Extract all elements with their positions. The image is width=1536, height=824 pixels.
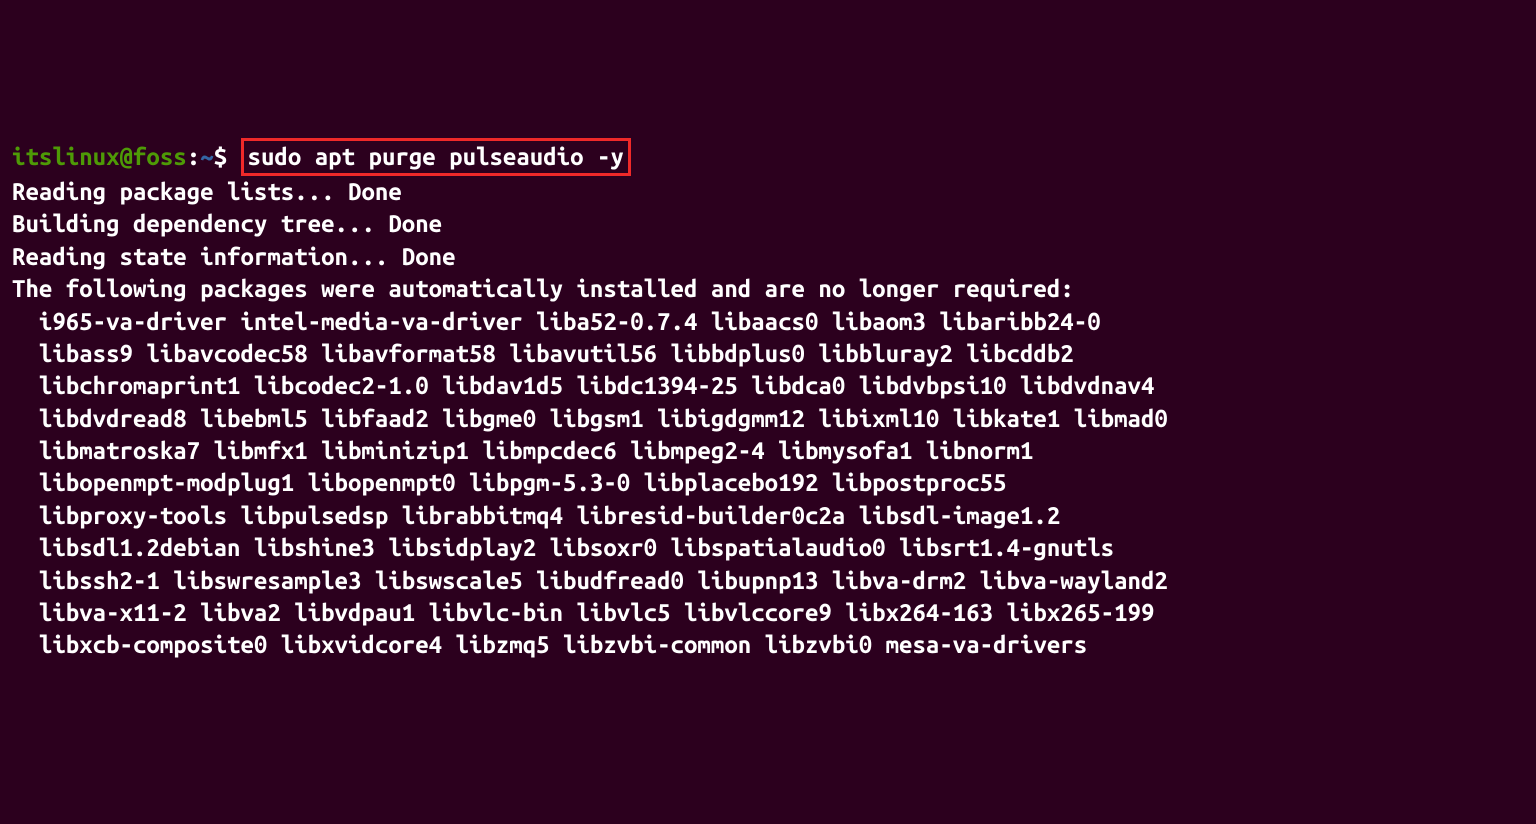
command-text: sudo apt purge pulseaudio -y xyxy=(241,138,631,176)
package-list-row: libdvdread8 libebml5 libfaad2 libgme0 li… xyxy=(12,403,1524,435)
prompt-path: ~ xyxy=(200,143,213,170)
package-list-row: libass9 libavcodec58 libavformat58 libav… xyxy=(12,338,1524,370)
output-reading-state: Reading state information... Done xyxy=(12,243,456,270)
package-list-row: libmatroska7 libmfx1 libminizip1 libmpcd… xyxy=(12,435,1524,467)
package-list-row: libchromaprint1 libcodec2-1.0 libdav1d5 … xyxy=(12,370,1524,402)
terminal-output[interactable]: itslinux@foss:~$ sudo apt purge pulseaud… xyxy=(12,138,1524,662)
package-list-row: libopenmpt-modplug1 libopenmpt0 libpgm-5… xyxy=(12,467,1524,499)
package-list-row: libsdl1.2debian libshine3 libsidplay2 li… xyxy=(12,532,1524,564)
prompt-user-host: itslinux@foss xyxy=(12,143,187,170)
prompt-separator: : xyxy=(187,143,200,170)
package-list-row: libssh2-1 libswresample3 libswscale5 lib… xyxy=(12,565,1524,597)
package-list-row: libproxy-tools libpulsedsp librabbitmq4 … xyxy=(12,500,1524,532)
prompt-line: itslinux@foss:~$ sudo apt purge pulseaud… xyxy=(12,143,631,170)
output-reading-lists: Reading package lists... Done xyxy=(12,178,402,205)
output-building-tree: Building dependency tree... Done xyxy=(12,210,442,237)
package-list-row: libxcb-composite0 libxvidcore4 libzmq5 l… xyxy=(12,629,1524,661)
output-auto-installed-header: The following packages were automaticall… xyxy=(12,275,1074,302)
prompt-dollar: $ xyxy=(214,143,227,170)
package-list-row: libva-x11-2 libva2 libvdpau1 libvlc-bin … xyxy=(12,597,1524,629)
package-list-row: i965-va-driver intel-media-va-driver lib… xyxy=(12,306,1524,338)
